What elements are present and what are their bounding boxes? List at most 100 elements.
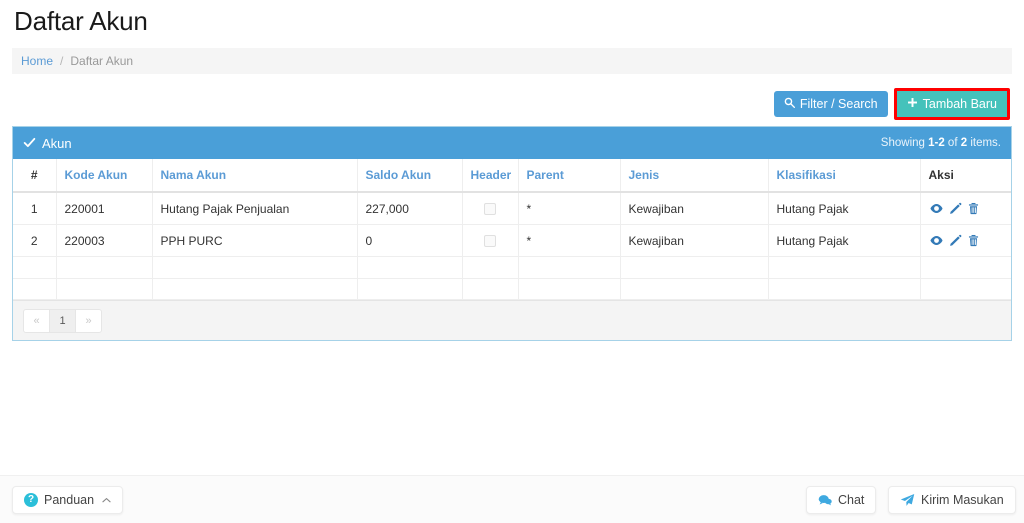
cell-klasifikasi: Hutang Pajak [768,192,921,225]
column-header-klasifikasi[interactable]: Klasifikasi [768,159,921,193]
cell-header [462,192,519,225]
filler-cell [920,278,1011,300]
filler-cell [768,278,921,300]
chat-label: Chat [838,493,865,507]
toolbar: Filter / Search Tambah Baru [773,88,1010,120]
akun-panel: Akun Showing 1-2 of 2 items. # Kode Akun [12,126,1012,341]
filter-search-button[interactable]: Filter / Search [773,91,888,117]
filler-cell [620,256,769,279]
pagination: « 1 » [23,308,102,333]
cell-parent: * [518,224,621,257]
filler-cell [13,278,57,300]
eye-icon[interactable] [929,201,944,216]
plus-icon [907,97,918,111]
filler-cell [13,256,57,279]
trash-icon[interactable] [967,202,980,215]
filler-cell [518,256,621,279]
row-actions [929,201,1004,216]
column-header-nama-akun[interactable]: Nama Akun [152,159,358,193]
panel-summary: Showing 1-2 of 2 items. [881,137,1001,149]
breadcrumb-separator: / [60,54,64,68]
chat-button[interactable]: Chat [806,486,877,514]
kirim-masukan-label: Kirim Masukan [921,493,1004,507]
pencil-icon[interactable] [949,202,962,215]
page-root: Daftar Akun Home / Daftar Akun Filter / … [0,0,1024,523]
filler-cell [152,256,358,279]
panel-heading: Akun Showing 1-2 of 2 items. [13,127,1011,159]
panel-title-label: Akun [42,135,72,151]
summary-middle: of [944,137,961,149]
filler-cell [920,256,1011,279]
trash-icon[interactable] [967,234,980,247]
panduan-button[interactable]: ? Panduan [12,486,124,514]
column-header-jenis[interactable]: Jenis [620,159,769,193]
column-header-header[interactable]: Header [462,159,519,193]
filler-cell [56,278,153,300]
column-header-saldo-akun[interactable]: Saldo Akun [357,159,463,193]
column-header-parent[interactable]: Parent [518,159,621,193]
column-header-aksi: Aksi [920,159,1011,193]
cell-header [462,224,519,257]
filler-cell [152,278,358,300]
eye-icon[interactable] [929,233,944,248]
cell-index: 2 [13,224,57,257]
filler-cell [518,278,621,300]
tambah-baru-label: Tambah Baru [922,96,997,111]
table-header-row: # Kode Akun Nama Akun Saldo Akun Header … [13,159,1011,193]
header-checkbox [484,235,496,248]
panel-title: Akun [23,136,72,151]
panel-footer: « 1 » [13,300,1011,340]
search-icon [784,97,795,111]
filler-cell [620,278,769,300]
check-icon [23,136,36,151]
pagination-page-1[interactable]: 1 [49,308,76,333]
paper-plane-icon [900,493,915,507]
cell-nama-akun: PPH PURC [152,224,358,257]
cell-kode-akun: 220001 [56,192,153,225]
cell-nama-akun: Hutang Pajak Penjualan [152,192,358,225]
question-circle-icon: ? [24,493,38,507]
header-checkbox [484,203,496,216]
filler-cell [462,256,519,279]
summary-prefix: Showing [880,137,929,149]
filler-cell [56,256,153,279]
table-row[interactable]: 2 220003 PPH PURC 0 * Kewajiban Hutang P… [13,224,1011,257]
filler-cell [462,278,519,300]
cell-jenis: Kewajiban [620,192,769,225]
breadcrumb: Home / Daftar Akun [12,48,1012,74]
cell-parent: * [518,192,621,225]
filler-cell [768,256,921,279]
table-row[interactable]: 1 220001 Hutang Pajak Penjualan 227,000 … [13,192,1011,225]
tambah-baru-button[interactable]: Tambah Baru [896,91,1007,117]
table-filler-row [13,256,1011,279]
table-filler-row [13,278,1011,300]
akun-table: # Kode Akun Nama Akun Saldo Akun Header … [13,159,1011,300]
filler-cell [357,256,463,279]
chevron-up-icon [102,495,111,506]
cell-saldo-akun: 0 [357,224,463,257]
column-header-index: # [13,159,57,193]
pagination-prev[interactable]: « [23,308,50,333]
add-button-highlight: Tambah Baru [893,88,1010,120]
breadcrumb-link-home[interactable]: Home [21,54,53,68]
pagination-next[interactable]: » [75,308,102,333]
kirim-masukan-button[interactable]: Kirim Masukan [888,486,1016,514]
breadcrumb-current: Daftar Akun [70,54,134,68]
pencil-icon[interactable] [949,234,962,247]
summary-range: 1-2 [928,137,945,149]
page-title: Daftar Akun [14,6,148,36]
cell-aksi [920,224,1011,257]
comment-icon [818,494,832,507]
bottom-bar: ? Panduan Chat Kirim Masukan [0,475,1024,523]
panduan-label: Panduan [44,493,95,507]
cell-kode-akun: 220003 [56,224,153,257]
row-actions [929,233,1004,248]
column-header-kode-akun[interactable]: Kode Akun [56,159,153,193]
summary-suffix: items. [967,137,1001,149]
cell-saldo-akun: 227,000 [357,192,463,225]
cell-index: 1 [13,192,57,225]
cell-jenis: Kewajiban [620,224,769,257]
filter-search-label: Filter / Search [799,96,878,111]
cell-klasifikasi: Hutang Pajak [768,224,921,257]
cell-aksi [920,192,1011,225]
